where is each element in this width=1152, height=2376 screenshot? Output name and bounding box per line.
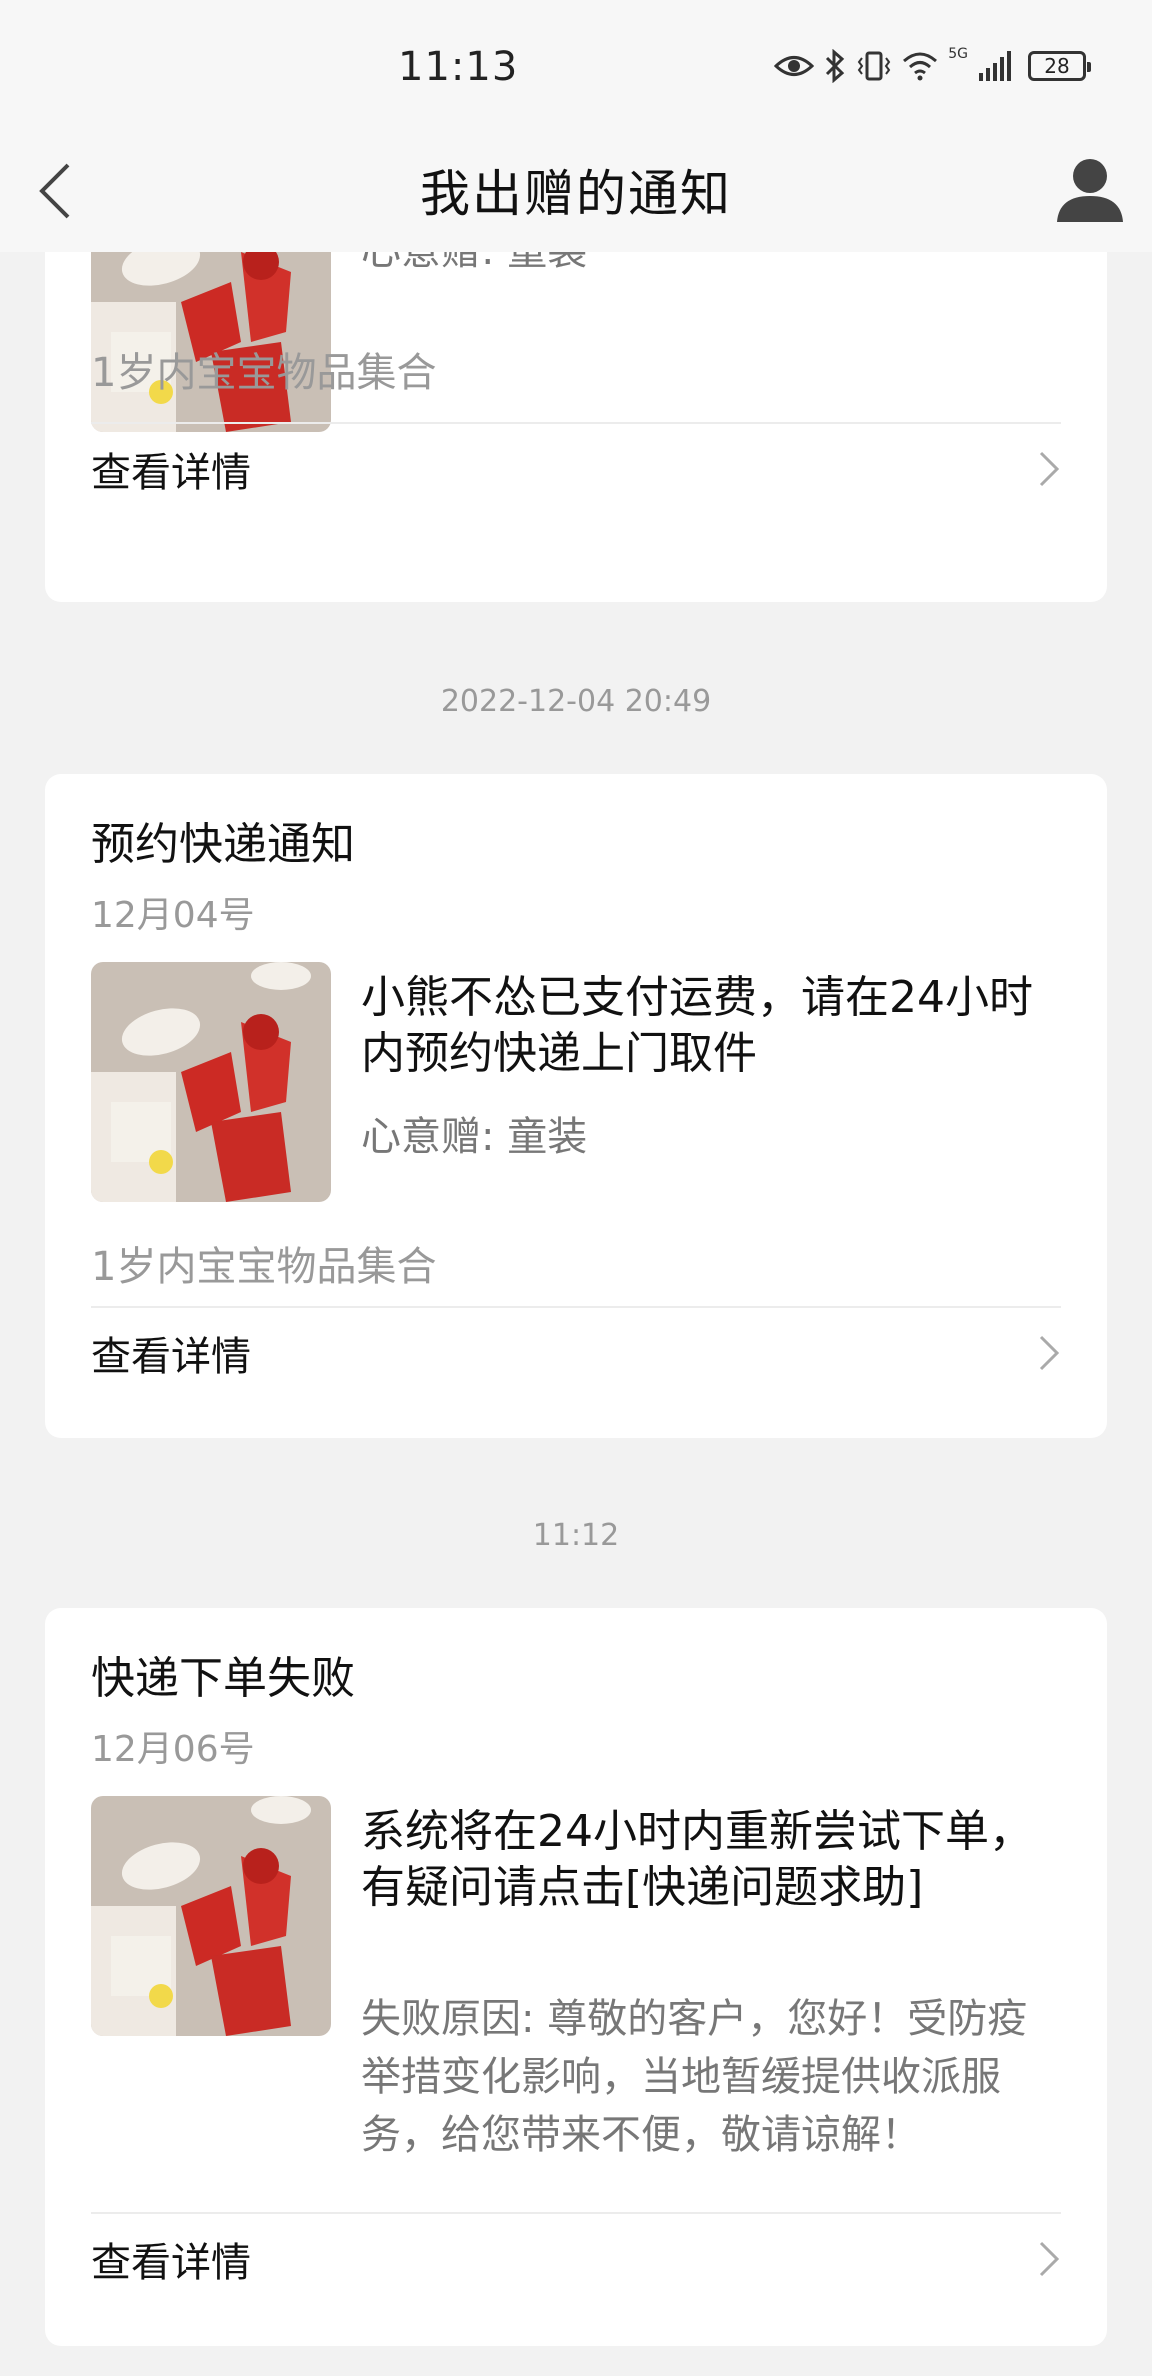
user-avatar-icon <box>1057 159 1123 222</box>
bluetooth-icon <box>826 49 845 83</box>
notification-date: 12月04号 <box>91 895 255 936</box>
battery-icon: 28 <box>1028 51 1091 81</box>
failure-reason: 失败原因: 尊敬的客户，您好！受防疫举措变化影响，当地暂缓提供收派服务，给您带来… <box>361 1996 1028 2158</box>
chevron-right-icon <box>1039 451 1060 487</box>
network-type: 5G <box>948 46 968 62</box>
signal-icon <box>979 51 1011 81</box>
notification-title: 预约快递通知 <box>91 819 355 870</box>
chevron-right-icon <box>1039 2241 1060 2277</box>
view-details-label: 查看详情 <box>91 450 251 496</box>
status-time: 11:13 <box>398 44 519 90</box>
chevron-right-icon <box>1039 1335 1060 1371</box>
page-title: 我出赠的通知 <box>420 165 732 223</box>
notification-message: 系统将在24小时内重新尝试下单，有疑问请点击[快递问题求助] <box>361 1806 1033 1913</box>
wifi-icon <box>903 52 938 81</box>
notification-card: 心意赠: 童装 1岁内宝宝物品集合 查看详情 <box>45 252 1107 602</box>
eye-icon <box>774 56 815 76</box>
view-details-button[interactable]: 查看详情 <box>91 424 1061 514</box>
view-details-label: 查看详情 <box>91 1334 251 1380</box>
item-thumbnail[interactable] <box>91 1796 331 2036</box>
notification-date: 12月06号 <box>91 1729 255 1770</box>
timestamp: 2022-12-04 20:49 <box>440 684 712 719</box>
user-button[interactable] <box>1050 144 1130 234</box>
item-name: 1岁内宝宝物品集合 <box>91 1244 437 1290</box>
view-details-label: 查看详情 <box>91 2240 251 2286</box>
notification-title: 快递下单失败 <box>91 1653 355 1704</box>
notification-card: 预约快递通知 12月04号 小熊不怂已支付运费，请在24小时内预约快递上门取件 … <box>45 774 1107 1438</box>
view-details-button[interactable]: 查看详情 <box>91 2214 1061 2304</box>
timestamp: 11:12 <box>532 1518 620 1553</box>
view-details-button[interactable]: 查看详情 <box>91 1308 1061 1398</box>
gift-category: 心意赠: 童装 <box>361 1114 588 1160</box>
notification-card: 快递下单失败 12月06号 系统将在24小时内重新尝试下单，有疑问请点击[快递问… <box>45 1608 1107 2346</box>
status-icons: 5G 28 <box>774 46 1091 86</box>
vibrate-icon <box>857 51 891 81</box>
nav-bar: 我出赠的通知 <box>0 134 1152 252</box>
notification-list[interactable]: 心意赠: 童装 1岁内宝宝物品集合 查看详情 2022-12-04 20:49 … <box>0 252 1152 2376</box>
gift-category: 心意赠: 童装 <box>361 252 1061 280</box>
notification-message: 小熊不怂已支付运费，请在24小时内预约快递上门取件 <box>361 972 1033 1079</box>
item-name: 1岁内宝宝物品集合 <box>91 350 437 396</box>
item-thumbnail[interactable] <box>91 962 331 1202</box>
status-bar: 11:13 5G 28 <box>0 0 1152 134</box>
